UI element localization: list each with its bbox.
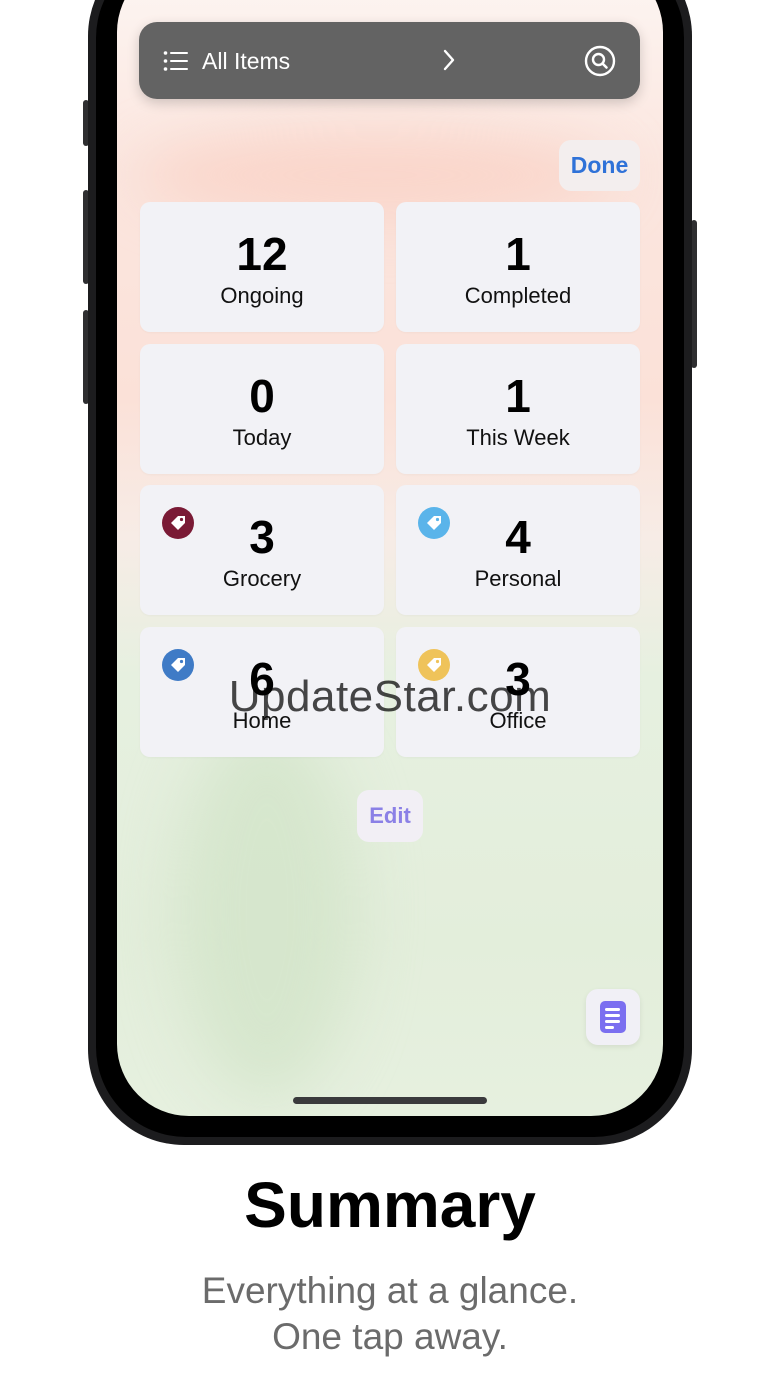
card-count: 3 <box>249 511 275 563</box>
card-label: Personal <box>474 566 562 591</box>
summary-card-completed[interactable]: 1 Completed <box>396 202 640 332</box>
caption-subtitle-line2: One tap away. <box>272 1316 508 1357</box>
chevron-right-icon[interactable] <box>442 49 456 71</box>
card-count: 1 <box>505 228 531 280</box>
document-icon <box>600 1001 626 1033</box>
card-label: Today <box>232 425 292 450</box>
home-indicator[interactable] <box>293 1097 487 1104</box>
card-label: Completed <box>464 283 572 308</box>
summary-card-this-week[interactable]: 1 This Week <box>396 344 640 474</box>
card-count: 1 <box>505 370 531 422</box>
watermark: UpdateStar.com <box>228 672 552 721</box>
caption-subtitle: Everything at a glance. One tap away. <box>0 1268 780 1360</box>
card-count: 12 <box>236 228 288 280</box>
caption-subtitle-line1: Everything at a glance. <box>201 1270 579 1311</box>
card-label: Grocery <box>222 566 302 591</box>
done-button[interactable]: Done <box>559 140 640 191</box>
edit-button[interactable]: Edit <box>357 790 423 842</box>
list-icon <box>163 51 188 71</box>
summary-card-ongoing[interactable]: 12 Ongoing <box>140 202 384 332</box>
summary-card-personal[interactable]: 4 Personal <box>396 485 640 615</box>
summary-card-grocery[interactable]: 3 Grocery <box>140 485 384 615</box>
search-icon[interactable] <box>584 45 616 77</box>
card-label: This Week <box>466 425 570 450</box>
card-count: 4 <box>505 511 531 563</box>
all-items-title[interactable]: All Items <box>202 48 290 75</box>
top-bar[interactable]: All Items <box>139 22 640 99</box>
caption-title: Summary <box>244 1169 536 1241</box>
summary-card-today[interactable]: 0 Today <box>140 344 384 474</box>
card-count: 0 <box>249 370 275 422</box>
card-label: Ongoing <box>220 283 304 308</box>
document-button[interactable] <box>586 989 640 1045</box>
